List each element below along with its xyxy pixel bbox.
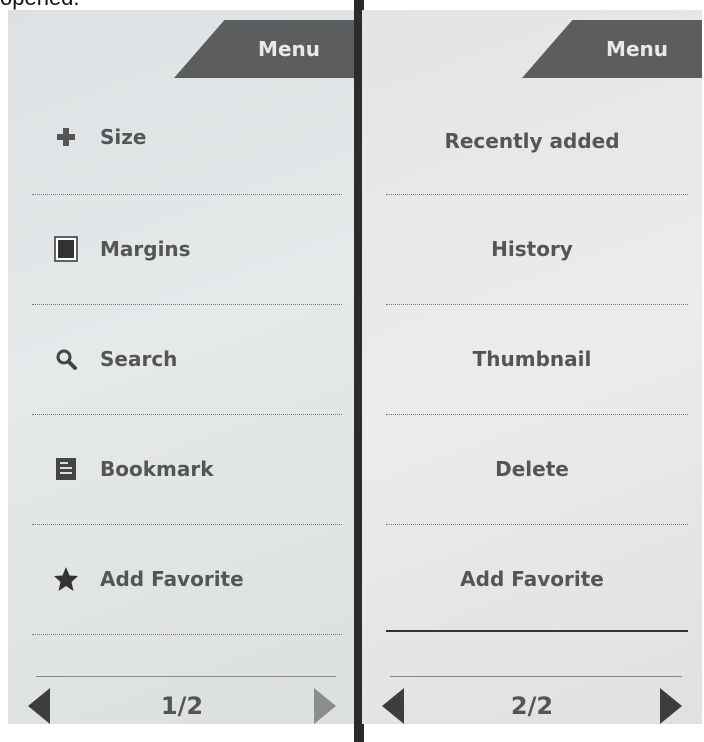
menu-panel-page-2: Menu Recently added History Thumbnail De…	[362, 10, 702, 724]
menu-item-history[interactable]: History	[362, 194, 702, 304]
search-icon	[52, 345, 80, 373]
menu-item-label: History	[491, 237, 573, 261]
footer-divider	[390, 676, 682, 677]
menu-item-label: Search	[100, 347, 178, 371]
plus-icon	[52, 123, 80, 151]
menu-item-label: Bookmark	[100, 457, 214, 481]
menu-item-add-favorite[interactable]: Add Favorite	[8, 524, 356, 634]
prev-page-arrow-icon[interactable]	[382, 688, 404, 724]
menu-item-label: Add Favorite	[460, 567, 604, 591]
footer-divider	[36, 676, 336, 677]
menu-tab[interactable]: Menu	[174, 20, 354, 78]
menu-item-recently-added[interactable]: Recently added	[362, 86, 702, 196]
separator	[386, 630, 688, 632]
next-page-arrow-icon[interactable]	[313, 688, 336, 724]
menu-tab-label: Menu	[606, 37, 668, 61]
star-icon	[52, 565, 80, 593]
menu-item-search[interactable]: Search	[8, 304, 356, 414]
menu-item-label: Size	[100, 125, 147, 149]
menu-item-thumbnail[interactable]: Thumbnail	[362, 304, 702, 414]
caption-text: opened.	[0, 0, 80, 10]
separator	[32, 634, 342, 635]
page-indicator: 1/2	[160, 692, 204, 720]
margins-icon	[52, 235, 80, 263]
menu-item-delete[interactable]: Delete	[362, 414, 702, 524]
menu-item-label: Add Favorite	[100, 567, 244, 591]
menu-item-size[interactable]: Size	[8, 82, 356, 192]
menu-tab[interactable]: Menu	[522, 20, 702, 78]
menu-item-label: Thumbnail	[472, 347, 592, 371]
menu-tab-label: Menu	[258, 37, 320, 61]
menu-item-label: Recently added	[444, 129, 620, 153]
menu-item-label: Margins	[100, 237, 191, 261]
pager: 1/2	[8, 684, 356, 724]
menu-item-add-favorite[interactable]: Add Favorite	[362, 524, 702, 634]
menu-item-label: Delete	[495, 457, 569, 481]
bookmark-icon	[52, 455, 80, 483]
pager: 2/2	[362, 684, 702, 724]
next-page-arrow-icon[interactable]	[659, 688, 682, 724]
prev-page-arrow-icon[interactable]	[28, 688, 50, 724]
menu-panel-page-1: Menu Size Margins Search Bookmark Add Fa…	[8, 10, 356, 724]
menu-item-bookmark[interactable]: Bookmark	[8, 414, 356, 524]
page-indicator: 2/2	[510, 692, 554, 720]
menu-item-margins[interactable]: Margins	[8, 194, 356, 304]
